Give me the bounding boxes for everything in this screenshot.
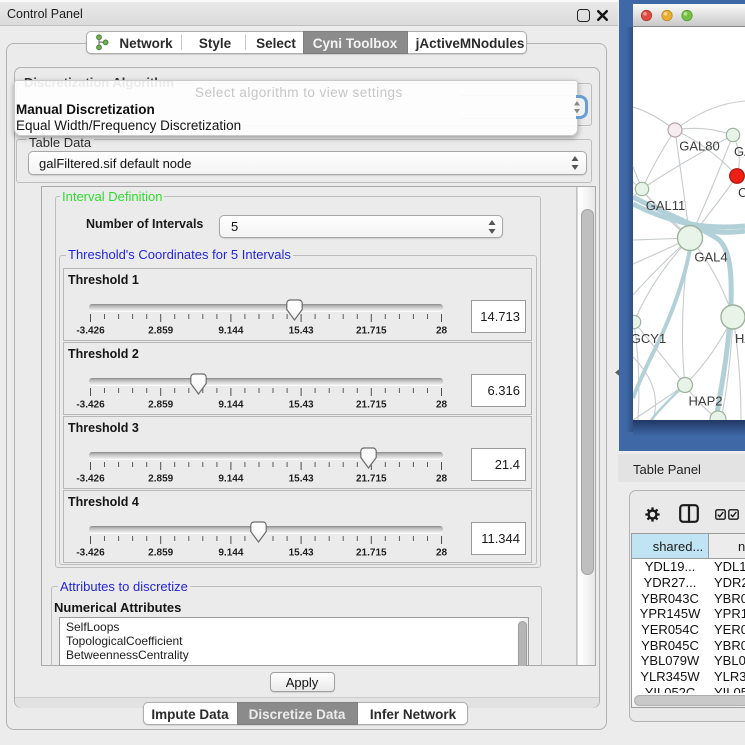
svg-text:2.859: 2.859: [148, 474, 173, 485]
svg-text:21.715: 21.715: [356, 326, 387, 337]
svg-text:15.43: 15.43: [289, 326, 314, 337]
svg-text:HAP2: HAP2: [689, 394, 723, 409]
svg-text:28: 28: [436, 326, 448, 337]
svg-text:2.859: 2.859: [148, 548, 173, 559]
svg-text:21.715: 21.715: [356, 548, 387, 559]
svg-text:GCY1: GCY1: [633, 331, 666, 346]
svg-text:28: 28: [436, 548, 448, 559]
svg-text:2.859: 2.859: [148, 326, 173, 337]
svg-text:21.715: 21.715: [356, 474, 387, 485]
svg-text:9.144: 9.144: [218, 474, 243, 485]
svg-text:-3.426: -3.426: [76, 326, 105, 337]
svg-text:21.715: 21.715: [356, 400, 387, 411]
svg-text:28: 28: [436, 400, 448, 411]
svg-text:9.144: 9.144: [218, 400, 243, 411]
svg-text:15.43: 15.43: [289, 400, 314, 411]
svg-text:9.144: 9.144: [218, 548, 243, 559]
svg-text:-3.426: -3.426: [76, 474, 105, 485]
svg-text:CD: CD: [738, 185, 745, 200]
svg-text:-3.426: -3.426: [76, 400, 105, 411]
svg-text:15.43: 15.43: [289, 474, 314, 485]
svg-text:GAL11: GAL11: [646, 198, 686, 213]
svg-text:GAL4: GAL4: [694, 250, 727, 265]
svg-text:28: 28: [436, 474, 448, 485]
svg-text:15.43: 15.43: [289, 548, 314, 559]
svg-text:-3.426: -3.426: [76, 548, 105, 559]
svg-text:GAL2: GAL2: [734, 144, 745, 159]
svg-text:GAL80: GAL80: [679, 139, 719, 154]
svg-text:2.859: 2.859: [148, 400, 173, 411]
svg-text:HAP1: HAP1: [735, 331, 745, 346]
svg-text:9.144: 9.144: [218, 326, 243, 337]
